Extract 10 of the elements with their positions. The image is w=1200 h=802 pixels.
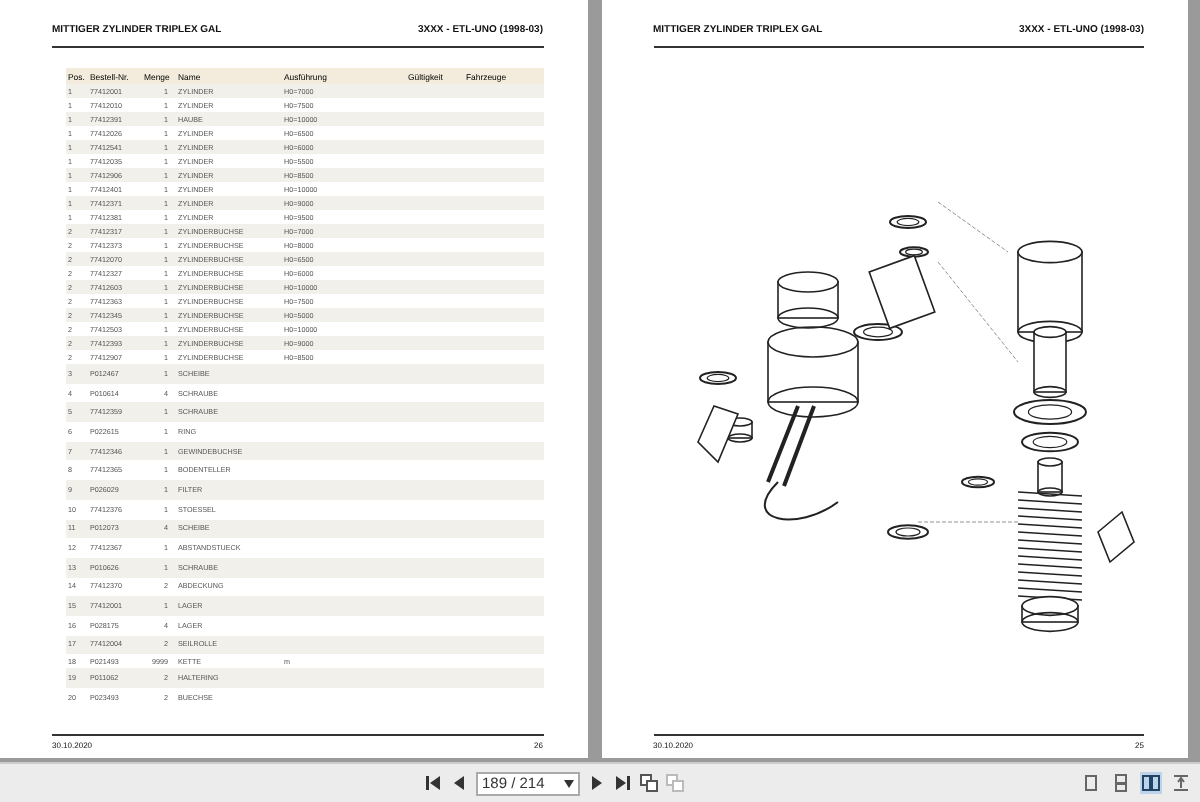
view-mode-button[interactable]: [1140, 772, 1162, 794]
first-page-icon[interactable]: [424, 774, 442, 792]
dropdown-caret-icon[interactable]: [564, 779, 574, 787]
next-page-icon[interactable]: [588, 774, 606, 792]
view-mode-button[interactable]: [1170, 772, 1192, 794]
previous-page-icon[interactable]: [450, 774, 468, 792]
copy-icon[interactable]: [640, 774, 658, 792]
view-mode-button[interactable]: [1080, 772, 1102, 794]
last-page-icon[interactable]: [614, 774, 632, 792]
view-mode-button[interactable]: [1110, 772, 1132, 794]
